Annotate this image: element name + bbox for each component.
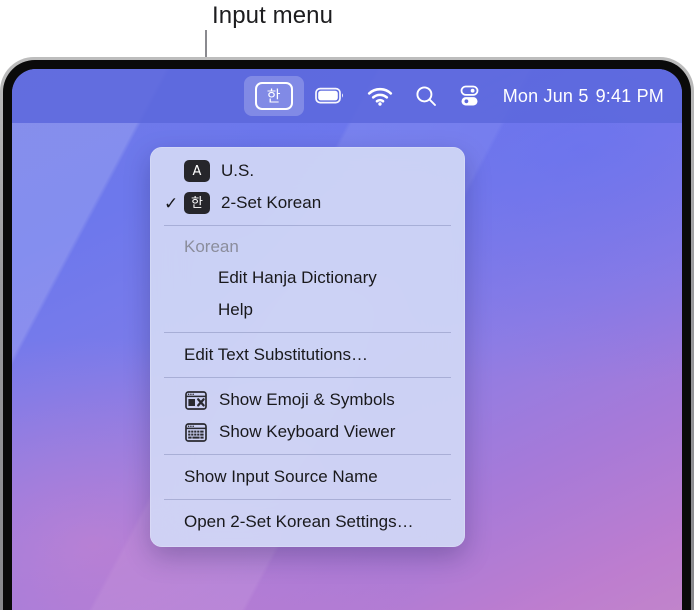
menubar-battery-button[interactable] [304,76,356,116]
menu-separator [164,225,451,226]
menubar-control-center-button[interactable] [448,76,491,116]
menubar-input-menu-button[interactable]: 한 [243,76,304,116]
menu-item-us[interactable]: A U.S. [150,155,465,187]
menu-item-label: 2-Set Korean [221,193,322,212]
menu-separator [164,499,451,500]
control-center-icon [460,85,479,106]
menu-item-label: Show Input Source Name [184,467,378,486]
menubar-wifi-button[interactable] [356,76,404,116]
callout-label: Input menu [212,2,334,29]
menu-item-label: Open 2-Set Korean Settings… [184,512,414,531]
menu-item-help[interactable]: Help [150,294,465,326]
menu-item-label: Edit Hanja Dictionary [218,268,377,287]
menu-item-show-emoji-symbols[interactable]: Show Emoji & Symbols [150,384,465,416]
menu-item-label: Show Emoji & Symbols [219,390,395,409]
clock-date: Mon Jun 5 [502,85,589,106]
menu-item-label: Help [218,300,253,319]
menu-item-open-2-set-korean-settings[interactable]: Open 2-Set Korean Settings… [150,506,465,538]
menu-item-show-keyboard-viewer[interactable]: Show Keyboard Viewer [150,416,465,448]
menu-item-edit-text-substitutions[interactable]: Edit Text Substitutions… [150,339,465,371]
wifi-icon [367,87,392,106]
spotlight-search-icon [416,86,436,106]
menu-item-2-set-korean[interactable]: ✓ 한 2-Set Korean [150,187,465,219]
menu-separator [164,332,451,333]
input-source-korean-icon: 한 [254,82,293,110]
menu-item-label: Edit Text Substitutions… [184,345,368,364]
battery-icon [314,87,343,104]
input-menu-dropdown: A U.S. ✓ 한 2-Set Korean Korean Edit Hanj… [150,147,465,547]
menubar-clock[interactable]: Mon Jun 5 9:41 PM [491,86,664,107]
screenshot-root: Input menu 한 Mon Jun 5 9:41 PM A U.S. ✓ … [0,0,694,610]
clock-time: 9:41 PM [595,85,664,106]
menubar-spotlight-button[interactable] [404,76,448,116]
input-source-korean-badge-icon: 한 [184,192,210,214]
menu-item-show-input-source-name[interactable]: Show Input Source Name [150,461,465,493]
menu-item-edit-hanja-dictionary[interactable]: Edit Hanja Dictionary [150,262,465,294]
checkmark-2-set-korean: ✓ [164,193,179,213]
menu-separator [164,454,451,455]
emoji-symbols-icon [184,389,208,411]
menu-item-label: Show Keyboard Viewer [219,422,396,441]
input-source-us-icon: A [184,160,210,182]
menu-item-label: U.S. [221,161,255,180]
menu-bar: 한 Mon Jun 5 9:41 PM [12,69,682,123]
keyboard-viewer-icon [184,421,208,443]
menu-separator [164,377,451,378]
screen: 한 Mon Jun 5 9:41 PM A U.S. ✓ 한 2-Set Kor… [12,69,682,610]
menu-section-header-korean: Korean [184,237,239,256]
